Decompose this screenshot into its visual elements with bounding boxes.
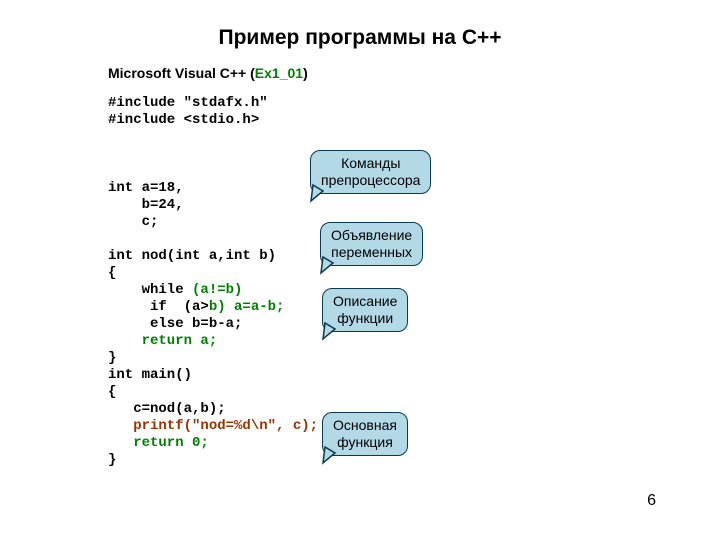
code-line: #include <stdio.h> (108, 112, 259, 128)
code-line: } (108, 350, 116, 366)
code-line-green: return 0; (108, 435, 209, 451)
callout-main: Основная функция (322, 412, 408, 456)
subtitle-prefix: Microsoft Visual C++ ( (108, 65, 255, 81)
code-line: int a=18, (108, 180, 184, 196)
code-line: int nod(int a,int b) (108, 248, 276, 264)
code-line: { (108, 384, 116, 400)
subtitle-suffix: ) (303, 65, 308, 81)
callout-line: переменных (331, 244, 412, 260)
code-line: } (108, 452, 116, 468)
code-line-brown: printf("nod=%d\n", c); (108, 418, 318, 434)
code-line-part-green: b) a=a-b; (209, 299, 285, 315)
callout-line: функции (337, 310, 393, 326)
code-line: c; (108, 214, 158, 230)
code-line: c=nod(a,b); (108, 401, 226, 417)
subtitle-filename: Ex1_01 (255, 65, 303, 81)
code-block: #include "stdafx.h" #include <stdio.h> i… (108, 95, 318, 469)
code-line-green: return a; (108, 333, 217, 349)
code-line: #include "stdafx.h" (108, 95, 268, 111)
callout-line: препроцессора (321, 172, 420, 188)
code-line: b=24, (108, 197, 184, 213)
callout-line: Объявление (331, 227, 412, 243)
subtitle: Microsoft Visual C++ (Ex1_01) (108, 65, 308, 81)
callout-vars: Объявление переменных (320, 222, 423, 266)
callout-line: Команды (341, 155, 400, 171)
callout-preprocessor: Команды препроцессора (310, 150, 431, 194)
code-line-part: while (108, 282, 192, 298)
callout-line: Описание (333, 293, 397, 309)
code-line-part-green: (a!=b) (192, 282, 242, 298)
code-line: else b=b-a; (108, 316, 242, 332)
code-line-part: if (a> (108, 299, 209, 315)
page-number: 6 (647, 492, 656, 510)
code-line: int main() (108, 367, 192, 383)
callout-line: Основная (333, 417, 397, 433)
callout-line: функция (337, 434, 393, 450)
callout-function: Описание функции (322, 288, 408, 332)
slide-title: Пример программы на С++ (0, 26, 720, 50)
code-line: { (108, 265, 116, 281)
